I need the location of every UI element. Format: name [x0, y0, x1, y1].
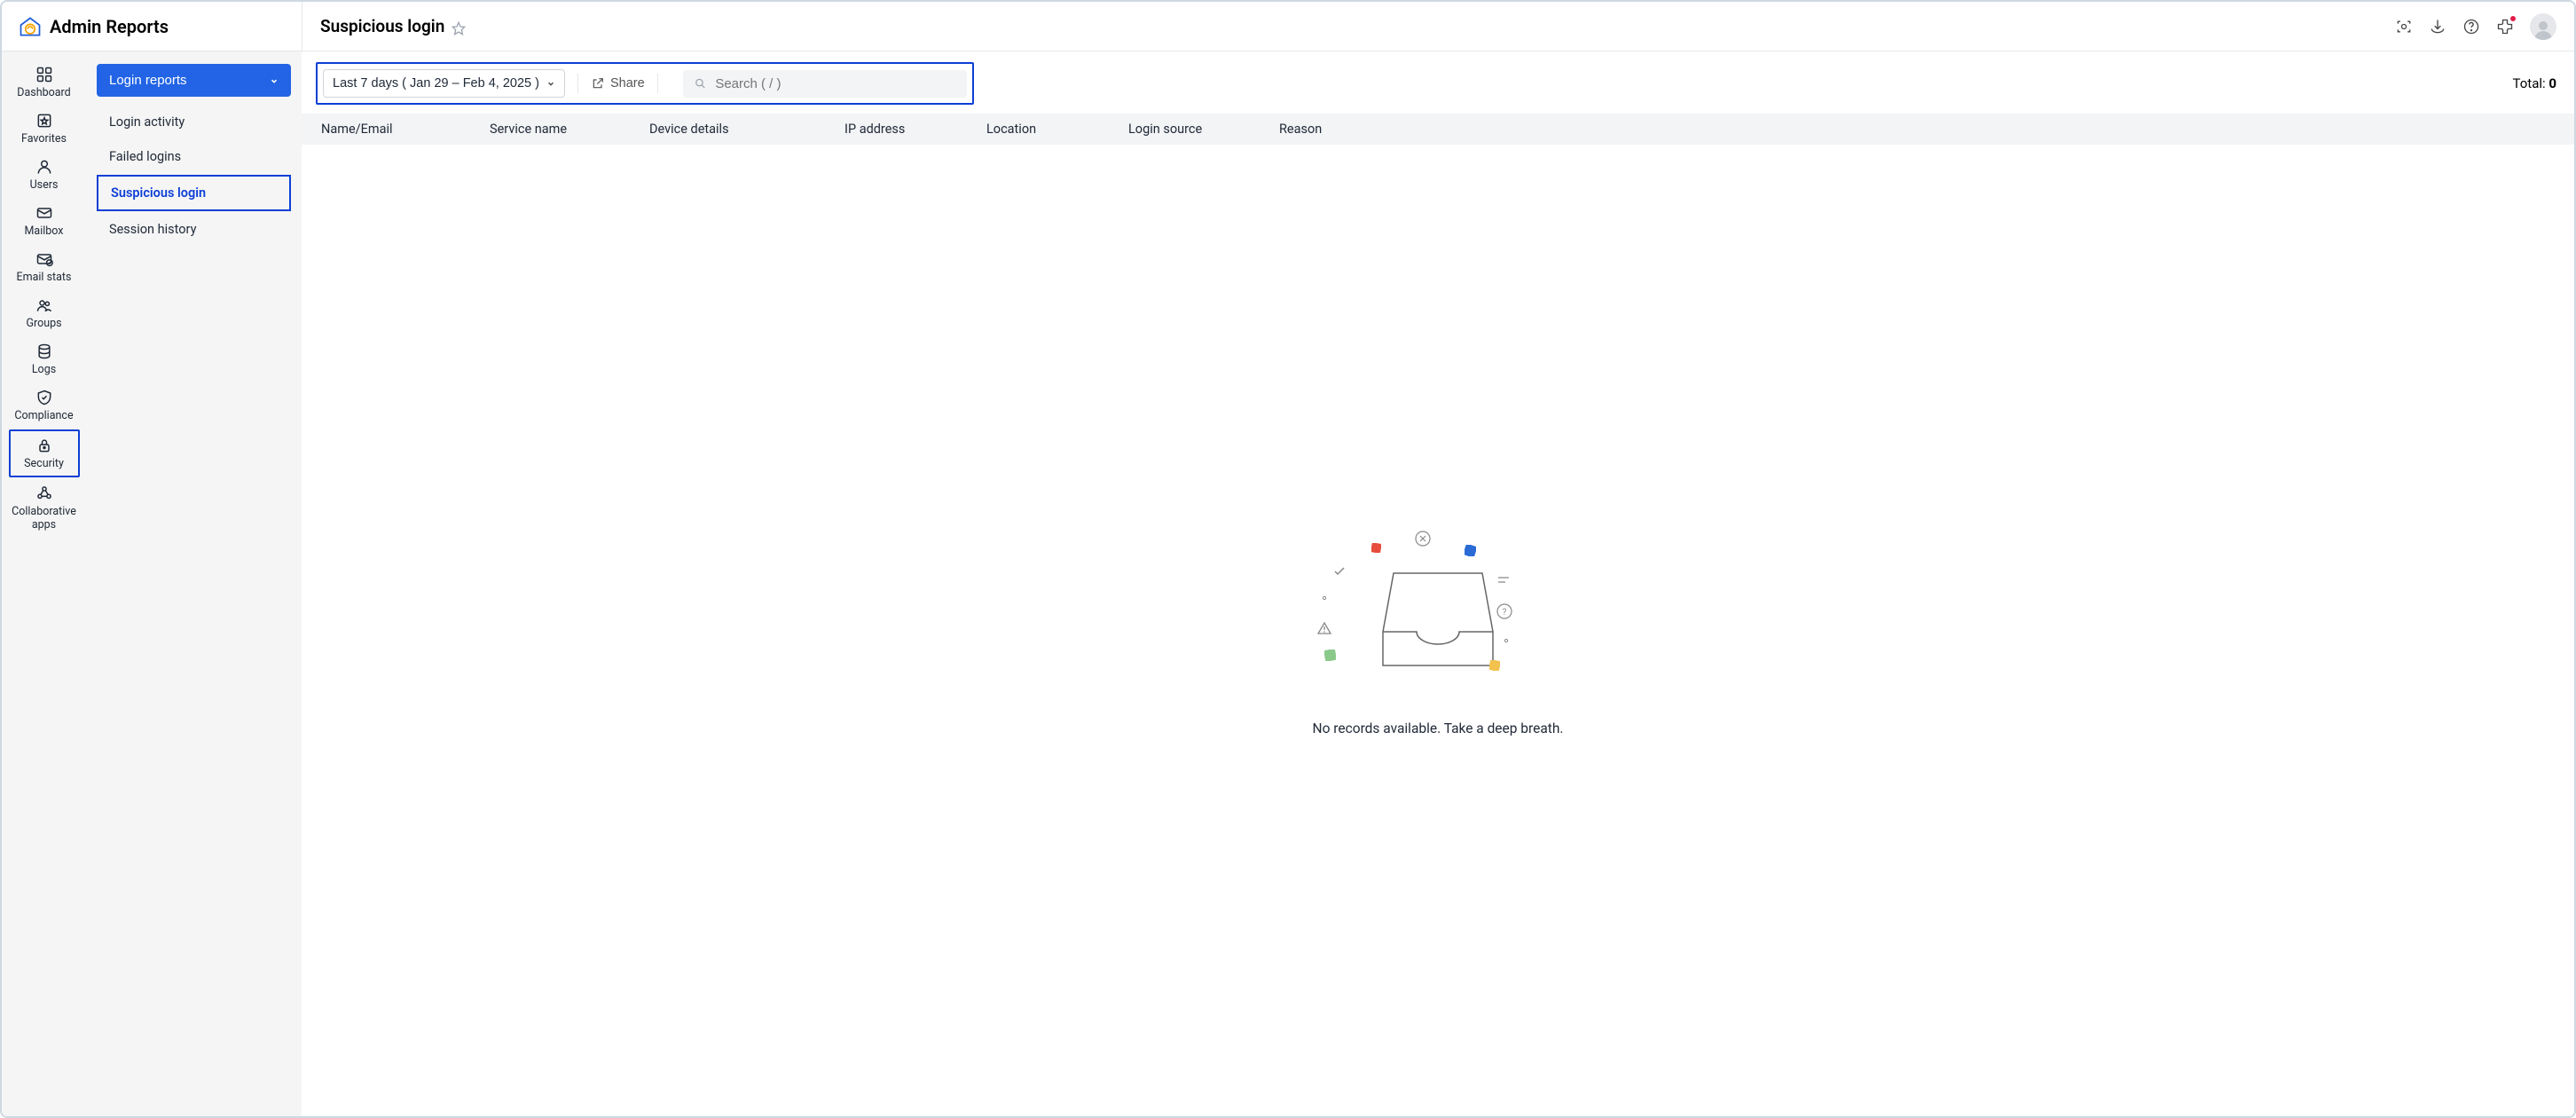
- brand-area: Admin Reports: [2, 2, 302, 51]
- total-display: Total: 0: [2513, 75, 2556, 91]
- sidebar-item-label: Dashboard: [17, 86, 70, 99]
- yellow-square-icon: [1489, 660, 1500, 671]
- search-input[interactable]: [715, 76, 955, 91]
- page-header-area: Suspicious login: [302, 2, 2574, 51]
- check-icon: [1333, 565, 1346, 578]
- sidebar-item-label: Mailbox: [24, 224, 63, 238]
- column-header-name-email[interactable]: Name/Email: [302, 122, 479, 137]
- sidebar-item-groups[interactable]: Groups: [9, 291, 80, 335]
- sidebar-item-compliance[interactable]: Compliance: [9, 383, 80, 428]
- dot-icon: [1323, 596, 1326, 600]
- column-header-login-source[interactable]: Login source: [1118, 122, 1268, 137]
- sidebar-item-favorites[interactable]: Favorites: [9, 106, 80, 151]
- star-icon[interactable]: [452, 20, 466, 34]
- date-range-dropdown[interactable]: Last 7 days ( Jan 29 – Feb 4, 2025 ): [323, 69, 565, 98]
- avatar[interactable]: [2530, 13, 2556, 40]
- green-square-icon: [1324, 650, 1336, 661]
- empty-illustration: ?: [1323, 525, 1553, 694]
- divider: [577, 74, 578, 93]
- table-header: Name/Email Service name Device details I…: [302, 114, 2574, 145]
- lines-icon: [1498, 577, 1509, 584]
- page-title-wrap: Suspicious login: [320, 16, 466, 36]
- brand-logo-icon: [18, 14, 43, 39]
- secondary-nav-item-suspicious-login[interactable]: Suspicious login: [97, 175, 291, 211]
- brand-title: Admin Reports: [50, 16, 169, 37]
- column-header-reason[interactable]: Reason: [1268, 122, 2574, 137]
- column-header-device-details[interactable]: Device details: [639, 122, 834, 137]
- sidebar-item-label: Collaborative apps: [9, 505, 80, 531]
- sidebar-item-email-stats[interactable]: Email stats: [9, 245, 80, 289]
- secondary-nav-item-login-activity[interactable]: Login activity: [97, 106, 291, 138]
- sidebar-item-label: Compliance: [14, 409, 73, 422]
- page-title: Suspicious login: [320, 16, 444, 36]
- empty-state-message: No records available. Take a deep breath…: [1313, 720, 1564, 736]
- column-header-ip-address[interactable]: IP address: [834, 122, 976, 137]
- warning-icon: [1317, 621, 1331, 635]
- sidebar-item-label: Favorites: [21, 132, 67, 146]
- sidebar-item-users[interactable]: Users: [9, 153, 80, 197]
- svg-text:?: ?: [1503, 608, 1507, 618]
- sidebar-item-dashboard[interactable]: Dashboard: [9, 60, 80, 105]
- sidebar-item-logs[interactable]: Logs: [9, 337, 80, 382]
- blue-square-icon: [1465, 545, 1476, 556]
- sidebar: Dashboard Favorites Users Mailbox Email …: [2, 51, 86, 1116]
- chevron-down-icon: [546, 79, 555, 88]
- sidebar-item-label: Users: [30, 178, 59, 192]
- screenshot-icon[interactable]: [2395, 18, 2413, 35]
- column-header-location[interactable]: Location: [976, 122, 1118, 137]
- dot-icon: [1504, 639, 1508, 642]
- sidebar-item-label: Email stats: [17, 271, 72, 284]
- red-square-icon: [1371, 543, 1381, 553]
- share-icon: [591, 76, 605, 91]
- top-header: Admin Reports Suspicious login: [2, 2, 2574, 51]
- search-box[interactable]: [683, 70, 967, 98]
- share-button[interactable]: Share: [591, 76, 645, 91]
- dropdown-label: Login reports: [109, 73, 187, 88]
- total-label: Total:: [2513, 75, 2546, 91]
- toolbar-left: Last 7 days ( Jan 29 – Feb 4, 2025 ) Sha…: [316, 62, 974, 105]
- empty-state: ? No records available. Take a deep brea…: [302, 145, 2574, 1116]
- divider: [657, 74, 658, 93]
- secondary-nav-item-session-history[interactable]: Session history: [97, 213, 291, 246]
- download-icon[interactable]: [2429, 18, 2446, 35]
- main-area: Last 7 days ( Jan 29 – Feb 4, 2025 ) Sha…: [302, 51, 2574, 1116]
- column-header-service-name[interactable]: Service name: [479, 122, 639, 137]
- help-icon[interactable]: [2462, 18, 2480, 35]
- tray-icon: [1381, 571, 1495, 669]
- close-circle-icon: [1415, 531, 1431, 547]
- header-actions: [2395, 13, 2556, 40]
- question-circle-icon: ?: [1496, 603, 1512, 619]
- total-value: 0: [2549, 75, 2556, 91]
- notification-dot: [2509, 15, 2517, 22]
- sidebar-item-label: Groups: [26, 317, 61, 330]
- toolbar: Last 7 days ( Jan 29 – Feb 4, 2025 ) Sha…: [302, 51, 2574, 114]
- extensions-icon[interactable]: [2496, 18, 2514, 35]
- sidebar-item-collaborative-apps[interactable]: Collaborative apps: [9, 479, 80, 537]
- search-icon: [694, 76, 707, 91]
- secondary-nav: Login reports Login activity Failed logi…: [86, 51, 302, 1116]
- sidebar-item-label: Logs: [32, 363, 56, 376]
- sidebar-item-label: Security: [24, 457, 64, 470]
- secondary-nav-dropdown[interactable]: Login reports: [97, 64, 291, 97]
- share-label: Share: [610, 76, 645, 91]
- sidebar-item-security[interactable]: Security: [9, 429, 80, 477]
- secondary-nav-item-failed-logins[interactable]: Failed logins: [97, 140, 291, 173]
- chevron-down-icon: [270, 76, 279, 85]
- date-range-label: Last 7 days ( Jan 29 – Feb 4, 2025 ): [333, 76, 539, 91]
- sidebar-item-mailbox[interactable]: Mailbox: [9, 199, 80, 243]
